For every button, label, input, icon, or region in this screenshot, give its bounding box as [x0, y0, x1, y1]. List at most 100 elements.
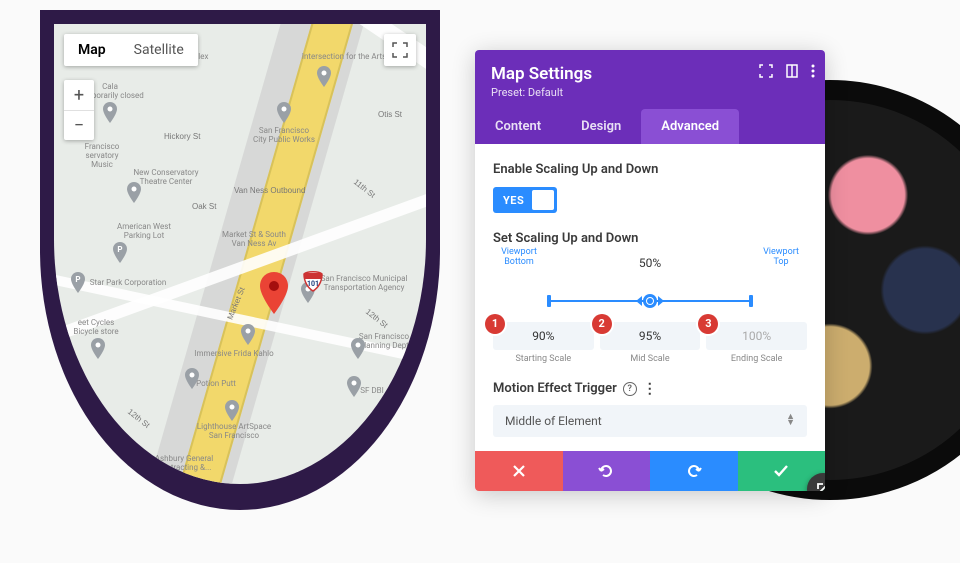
viewport-slider: 50% Viewport Bottom Viewport Top	[493, 256, 807, 316]
svg-text:P: P	[75, 275, 80, 284]
poi-label: San Francisco City Public Works	[253, 126, 315, 144]
motion-trigger-select[interactable]: Middle of Element ▲▼	[493, 405, 807, 437]
panel-preset[interactable]: Preset: Default	[491, 86, 809, 99]
map-data-label: Map data ©	[375, 472, 417, 481]
poi-label: Ashbury General Contracting &...	[155, 454, 213, 472]
poi-pin-icon[interactable]	[184, 368, 200, 390]
poi-label: Intersection for the Arts	[302, 52, 386, 61]
map-type-toggle: Map Satellite	[64, 34, 198, 66]
map-shield-container: Hickory St Oak St 11th St 12th St 12th S…	[40, 10, 440, 510]
poi-pin-icon[interactable]	[316, 66, 332, 88]
cancel-button[interactable]	[475, 451, 563, 491]
docs-icon[interactable]	[785, 64, 799, 78]
starting-scale-input[interactable]: 90%	[493, 322, 594, 350]
poi-label: Star Park Corporation	[90, 278, 167, 287]
street-label: Hickory St	[164, 132, 200, 141]
slider-track[interactable]	[549, 286, 751, 316]
starting-scale-item: 1 90% Starting Scale	[493, 322, 594, 365]
poi-label: Market St & South Van Ness Av	[222, 230, 286, 248]
poi-parking-icon[interactable]: P	[112, 242, 128, 264]
street-label: 11th St	[352, 177, 377, 199]
tab-advanced[interactable]: Advanced	[641, 109, 739, 144]
route-101-shield-icon: 101	[302, 270, 324, 292]
undo-icon	[598, 463, 614, 479]
motion-trigger-heading: Motion Effect Trigger ? ⋮	[493, 381, 807, 397]
map-type-satellite-tab[interactable]: Satellite	[120, 34, 198, 66]
svg-text:P: P	[117, 245, 122, 254]
fullscreen-button[interactable]	[384, 34, 416, 66]
poi-label: San Francisco Planning Dept	[359, 332, 409, 350]
slider-end-left[interactable]	[547, 295, 551, 307]
zoom-controls: + −	[64, 80, 94, 140]
select-arrows-icon: ▲▼	[786, 415, 795, 426]
map-attribution: Keyboard shortcuts Map data ©	[297, 471, 420, 482]
poi-pin-icon[interactable]	[102, 102, 118, 124]
poi-pin-icon[interactable]	[126, 182, 142, 204]
redo-button[interactable]	[650, 451, 738, 491]
more-icon[interactable]	[811, 64, 815, 78]
poi-pin-icon[interactable]	[276, 102, 292, 124]
tab-design[interactable]: Design	[561, 109, 641, 144]
poi-label: eet Cycles Bicycle store	[73, 318, 118, 336]
poi-label: SF DBI	[360, 386, 384, 395]
enable-scaling-label: Enable Scaling Up and Down	[493, 162, 807, 177]
starting-scale-label: Starting Scale	[493, 355, 594, 365]
poi-pin-icon[interactable]	[346, 376, 362, 398]
enable-scaling-toggle[interactable]: YES	[493, 187, 557, 213]
field-options-icon[interactable]: ⋮	[643, 381, 656, 397]
poi-pin-icon[interactable]	[350, 338, 366, 360]
set-scaling-label: Set Scaling Up and Down	[493, 231, 807, 246]
poi-label: American West Parking Lot	[117, 222, 171, 240]
undo-button[interactable]	[563, 451, 651, 491]
street-label: Otis St	[378, 110, 402, 119]
tab-content[interactable]: Content	[475, 109, 561, 144]
resize-arrows-icon	[815, 481, 825, 491]
poi-label: Potion Putt	[196, 379, 236, 388]
svg-text:101: 101	[307, 280, 319, 288]
zoom-out-button[interactable]: −	[64, 110, 94, 140]
slider-left-caption: Viewport Bottom	[493, 248, 545, 268]
street-label: Oak St	[192, 202, 216, 211]
ending-scale-item: 3 100% Ending Scale	[706, 322, 807, 365]
poi-label: Immersive Frida Kahlo	[194, 349, 273, 358]
help-icon[interactable]: ?	[623, 382, 637, 396]
close-icon	[512, 464, 526, 478]
poi-label: San Francisco Municipal Transportation A…	[321, 274, 408, 292]
panel-header: Map Settings Preset: Default	[475, 50, 825, 109]
poi-pin-icon[interactable]	[374, 416, 390, 438]
street-label: 12th St	[126, 407, 152, 430]
slider-thumb[interactable]	[636, 293, 664, 309]
zoom-in-button[interactable]: +	[64, 80, 94, 110]
mid-scale-label: Mid Scale	[600, 355, 701, 365]
motion-trigger-value: Middle of Element	[505, 414, 602, 428]
panel-footer	[475, 451, 825, 491]
poi-pin-icon[interactable]	[224, 400, 240, 422]
poi-pin-icon[interactable]	[240, 324, 256, 346]
poi-pin-icon[interactable]	[90, 338, 106, 360]
motion-trigger-label: Motion Effect Trigger	[493, 381, 617, 396]
badge-1: 1	[485, 314, 505, 334]
map-type-map-tab[interactable]: Map	[64, 34, 120, 66]
ending-scale-input[interactable]: 100%	[706, 322, 807, 350]
poi-label: Lighthouse ArtSpace San Francisco	[197, 422, 271, 440]
fullscreen-icon	[392, 42, 408, 58]
scale-value-row: 1 90% Starting Scale 2 95% Mid Scale 3 1…	[493, 322, 807, 365]
street-label: 12th St	[364, 307, 390, 330]
panel-tabs: Content Design Advanced	[475, 109, 825, 144]
map-marker-primary-icon[interactable]	[259, 272, 289, 314]
toggle-knob	[532, 190, 554, 210]
slider-right-caption: Viewport Top	[755, 248, 807, 268]
redo-icon	[686, 463, 702, 479]
slider-end-right[interactable]	[749, 295, 753, 307]
panel-body: Enable Scaling Up and Down YES Set Scali…	[475, 144, 825, 451]
map-canvas[interactable]: Hickory St Oak St 11th St 12th St 12th S…	[54, 24, 426, 484]
poi-label: Francisco servatory Music	[85, 142, 120, 169]
keyboard-shortcuts-link[interactable]: Keyboard shortcuts	[300, 472, 369, 481]
mid-scale-item: 2 95% Mid Scale	[600, 322, 701, 365]
poi-parking-icon[interactable]: P	[70, 272, 86, 294]
expand-icon[interactable]	[759, 64, 773, 78]
badge-2: 2	[592, 314, 612, 334]
mid-scale-input[interactable]: 95%	[600, 322, 701, 350]
poi-label: New Conservatory Theatre Center	[133, 168, 198, 186]
map-settings-panel: Map Settings Preset: Default Content Des…	[475, 50, 825, 491]
